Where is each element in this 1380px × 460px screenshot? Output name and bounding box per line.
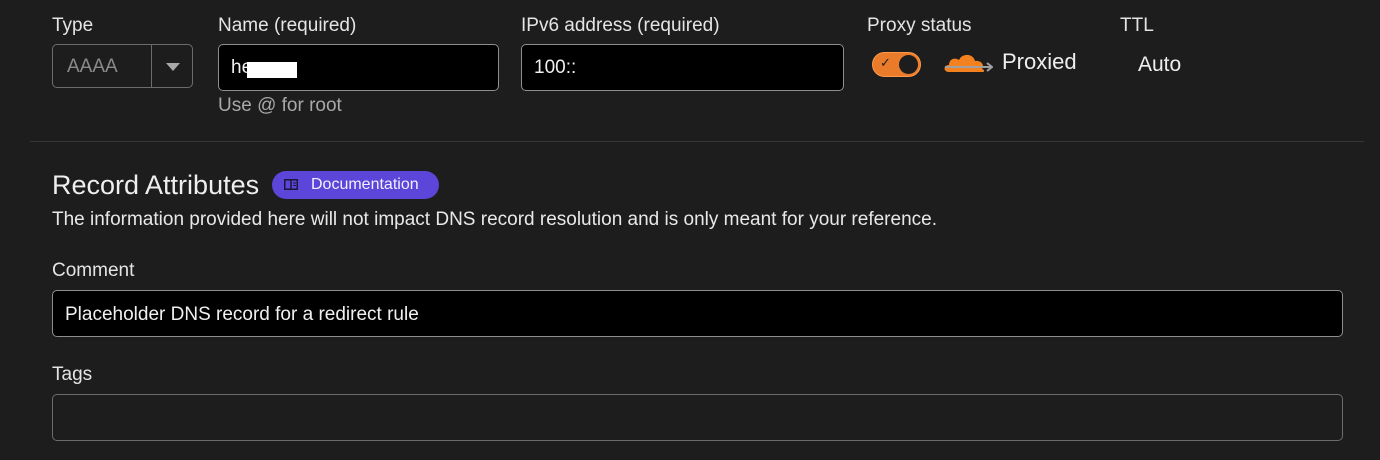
type-select-separator bbox=[151, 45, 152, 87]
ipv6-input[interactable]: 100:: bbox=[521, 44, 844, 91]
ipv6-label: IPv6 address (required) bbox=[521, 15, 720, 36]
documentation-label: Documentation bbox=[311, 176, 419, 193]
comment-input-value: Placeholder DNS record for a redirect ru… bbox=[65, 304, 419, 325]
ipv6-input-value: 100:: bbox=[534, 57, 577, 78]
proxy-toggle[interactable]: ✓ bbox=[872, 52, 921, 77]
book-icon bbox=[284, 179, 298, 190]
ttl-label: TTL bbox=[1120, 15, 1154, 36]
comment-label: Comment bbox=[52, 260, 135, 281]
tags-label: Tags bbox=[52, 364, 93, 385]
proxy-status-value: Proxied bbox=[1002, 49, 1077, 74]
type-select-value: AAAA bbox=[67, 56, 118, 77]
name-hint: Use @ for root bbox=[218, 95, 342, 116]
name-label: Name (required) bbox=[218, 15, 357, 36]
documentation-link[interactable]: Documentation bbox=[272, 171, 439, 199]
section-divider bbox=[30, 141, 1364, 142]
type-select[interactable]: AAAA bbox=[52, 44, 193, 88]
check-icon: ✓ bbox=[880, 55, 891, 70]
redaction-block bbox=[247, 62, 297, 78]
proxy-status-label: Proxy status bbox=[867, 15, 972, 36]
toggle-knob bbox=[899, 55, 918, 74]
cloud-icon bbox=[944, 54, 993, 72]
tags-input[interactable] bbox=[52, 394, 1343, 441]
section-title: Record Attributes bbox=[52, 170, 260, 200]
type-label: Type bbox=[52, 15, 94, 36]
ttl-value: Auto bbox=[1138, 53, 1182, 76]
section-description: The information provided here will not i… bbox=[52, 209, 937, 230]
chevron-down-icon[interactable] bbox=[166, 63, 180, 71]
comment-input[interactable]: Placeholder DNS record for a redirect ru… bbox=[52, 290, 1343, 337]
